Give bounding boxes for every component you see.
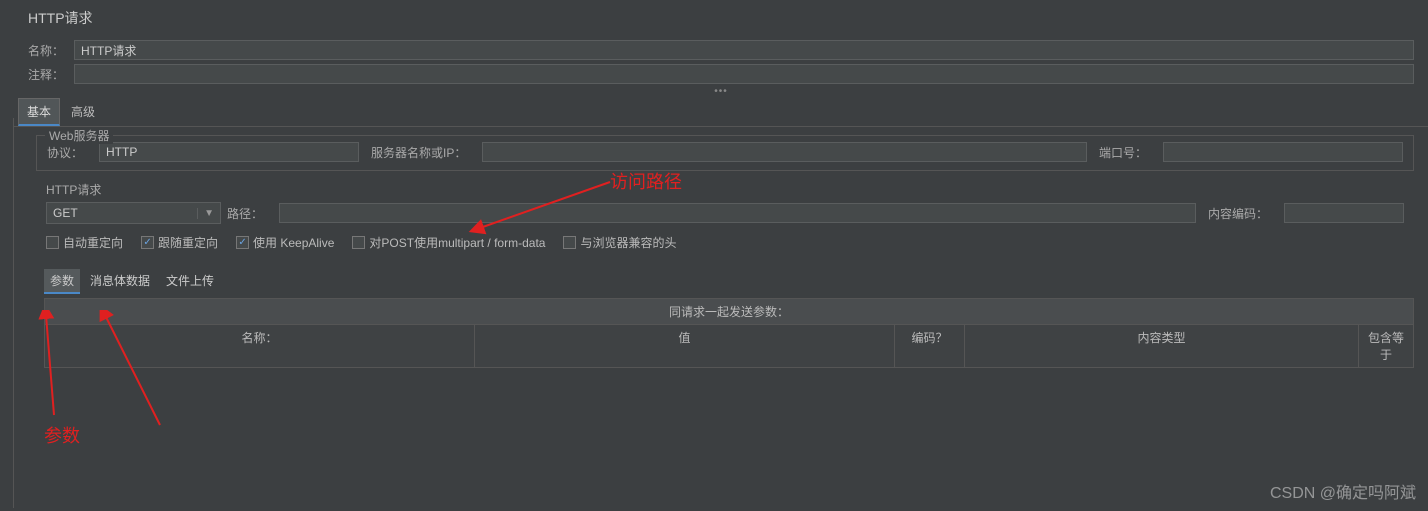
checkbox-label: 跟随重定向 bbox=[158, 234, 218, 251]
col-value: 值 bbox=[475, 325, 895, 367]
checkbox-multipart[interactable]: 对POST使用multipart / form-data bbox=[352, 234, 545, 251]
checkbox-label: 自动重定向 bbox=[63, 234, 123, 251]
main-tabs: 基本 高级 bbox=[14, 98, 1428, 127]
method-select[interactable]: GET ▼ bbox=[46, 202, 221, 224]
http-request-title: HTTP请求 bbox=[36, 179, 1414, 200]
http-request-section: HTTP请求 GET ▼ 路径： 内容编码： 自动重定向 ✓跟随重定向 ✓使用 … bbox=[36, 179, 1414, 255]
port-input[interactable] bbox=[1163, 142, 1403, 162]
param-tabs: 参数 消息体数据 文件上传 bbox=[44, 269, 1428, 294]
checkbox-follow-redirect[interactable]: ✓跟随重定向 bbox=[141, 234, 218, 251]
annotation-params: 参数 bbox=[44, 422, 80, 448]
col-content-type: 内容类型 bbox=[965, 325, 1359, 367]
tab-file-upload[interactable]: 文件上传 bbox=[160, 269, 220, 294]
table-title: 同请求一起发送参数： bbox=[44, 298, 1414, 325]
comment-input[interactable] bbox=[74, 64, 1414, 84]
col-include-equals: 包含等于 bbox=[1359, 325, 1413, 367]
tab-params[interactable]: 参数 bbox=[44, 269, 80, 294]
tab-advanced[interactable]: 高级 bbox=[62, 98, 104, 126]
name-label: 名称： bbox=[28, 42, 64, 59]
divider-handle[interactable]: ••• bbox=[14, 88, 1428, 96]
server-input[interactable] bbox=[482, 142, 1087, 162]
checkbox-keepalive[interactable]: ✓使用 KeepAlive bbox=[236, 234, 334, 251]
port-label: 端口号： bbox=[1099, 144, 1147, 161]
params-table: 同请求一起发送参数： 名称： 值 编码？ 内容类型 包含等于 bbox=[44, 298, 1414, 368]
web-server-section: Web服务器 协议： 服务器名称或IP： 端口号： bbox=[36, 135, 1414, 171]
encoding-label: 内容编码： bbox=[1208, 205, 1268, 222]
server-label: 服务器名称或IP： bbox=[371, 144, 466, 161]
col-encode: 编码？ bbox=[895, 325, 965, 367]
col-name: 名称： bbox=[45, 325, 475, 367]
checkbox-label: 与浏览器兼容的头 bbox=[580, 234, 676, 251]
left-gutter bbox=[0, 118, 14, 508]
table-header: 名称： 值 编码？ 内容类型 包含等于 bbox=[44, 325, 1414, 368]
web-server-title: Web服务器 bbox=[45, 127, 113, 144]
path-label: 路径： bbox=[227, 205, 263, 222]
checkbox-browser-compat[interactable]: 与浏览器兼容的头 bbox=[563, 234, 676, 251]
tab-body-data[interactable]: 消息体数据 bbox=[84, 269, 156, 294]
checkbox-label: 使用 KeepAlive bbox=[253, 234, 334, 251]
checkbox-auto-redirect[interactable]: 自动重定向 bbox=[46, 234, 123, 251]
protocol-input[interactable] bbox=[99, 142, 359, 162]
checkbox-label: 对POST使用multipart / form-data bbox=[369, 234, 545, 251]
comment-label: 注释： bbox=[28, 66, 64, 83]
path-input[interactable] bbox=[279, 203, 1196, 223]
page-title: HTTP请求 bbox=[14, 0, 1428, 36]
encoding-input[interactable] bbox=[1284, 203, 1404, 223]
protocol-label: 协议： bbox=[47, 144, 83, 161]
tab-basic[interactable]: 基本 bbox=[18, 98, 60, 126]
watermark: CSDN @确定吗阿斌 bbox=[1270, 479, 1416, 503]
name-input[interactable] bbox=[74, 40, 1414, 60]
method-value: GET bbox=[53, 206, 78, 220]
chevron-down-icon: ▼ bbox=[197, 208, 214, 219]
